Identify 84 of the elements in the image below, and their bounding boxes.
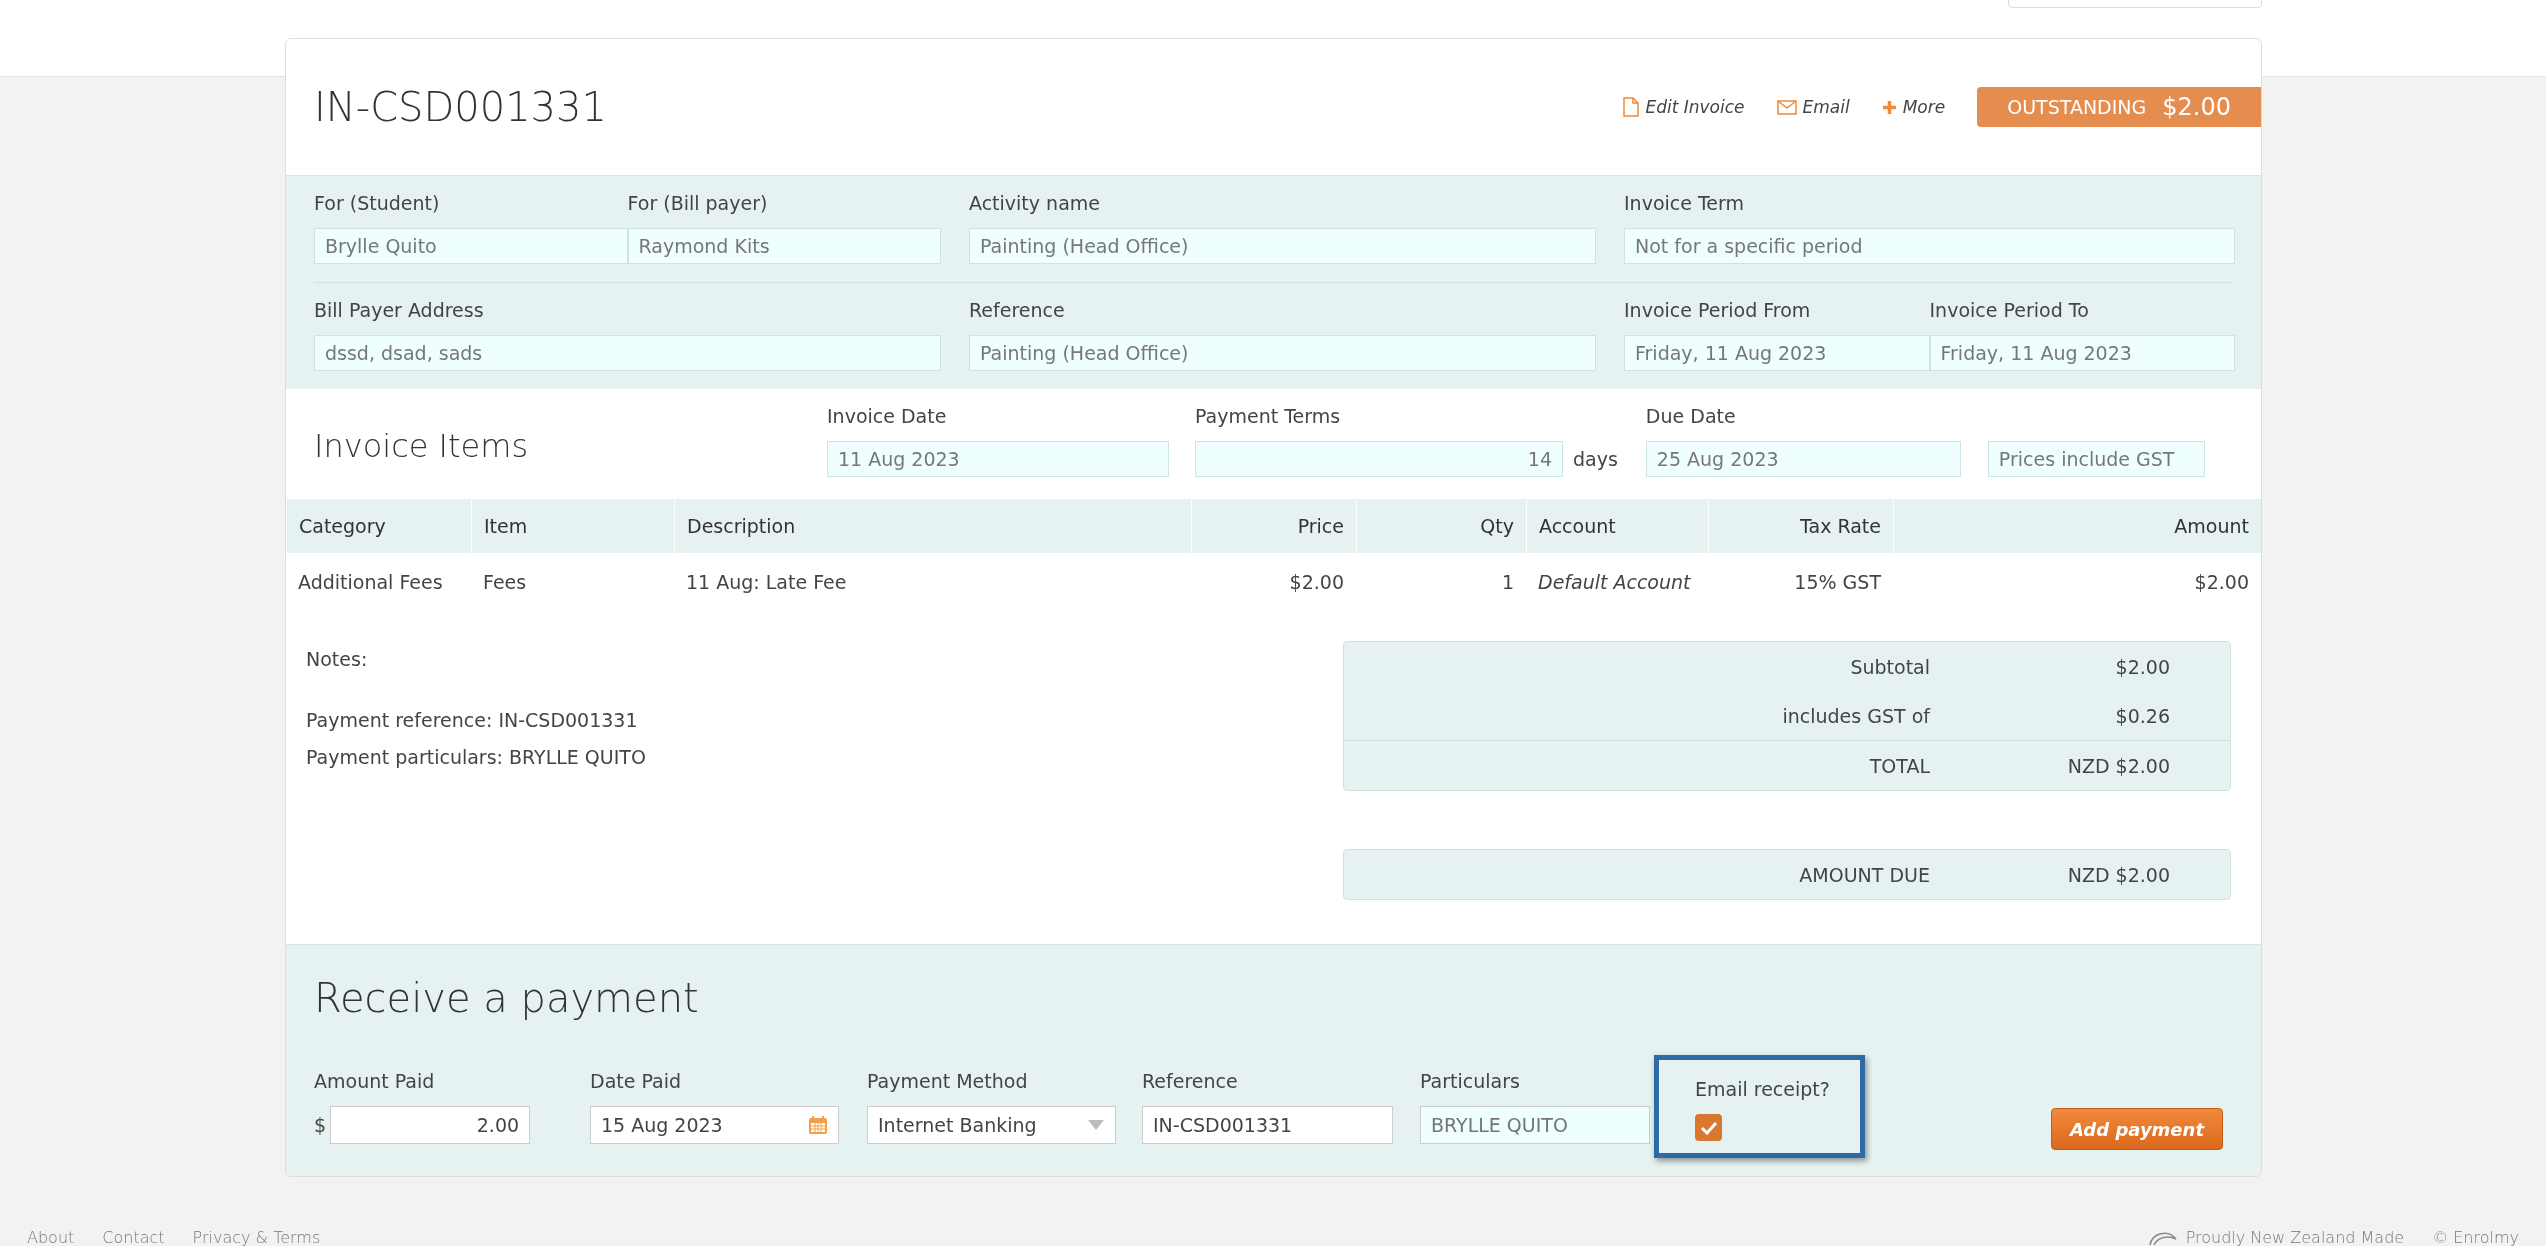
total-value: $2.00 xyxy=(2114,655,2170,678)
table-cell-text: $2.00 xyxy=(2193,570,2250,595)
table-cell-text: Default Account xyxy=(1537,570,1692,595)
field-label: Due Date xyxy=(1645,405,1737,427)
table-cell-text: $2.00 xyxy=(1288,570,1345,595)
column-header: Item xyxy=(471,499,674,553)
column-header: Qty xyxy=(1356,499,1526,553)
text-field[interactable]: Friday, 11 Aug 2023 xyxy=(1624,335,1930,371)
column-header: Amount xyxy=(1893,499,2261,553)
field-label: Email receipt? xyxy=(1695,1078,1830,1100)
footer-text: Proudly New Zealand Made xyxy=(2185,1228,2405,1246)
payment-method-select[interactable]: Internet Banking xyxy=(867,1106,1116,1144)
total-label: AMOUNT DUE xyxy=(1798,863,1930,886)
text-field[interactable]: IN-CSD001331 xyxy=(1142,1106,1393,1144)
text-field[interactable]: Not for a specific period xyxy=(1624,228,2235,264)
status-amount: $2.00 xyxy=(2162,93,2231,121)
copyright-text: © Enrolmy xyxy=(2432,1228,2519,1246)
field-label: For (Student) xyxy=(314,192,441,214)
note-line: Payment reference: IN-CSD001331 xyxy=(306,708,639,733)
add-payment-button[interactable]: Add payment xyxy=(2051,1108,2223,1150)
invoice-title: IN-CSD001331 xyxy=(314,84,608,130)
table-cell-text: 15% GST xyxy=(1793,570,1883,595)
field-label: For (Bill payer) xyxy=(627,192,769,214)
field-label: Invoice Term xyxy=(1624,192,1746,214)
field-label: Invoice Period From xyxy=(1624,299,1812,321)
field-label: Date Paid xyxy=(590,1070,683,1092)
section-title: Invoice Items xyxy=(314,427,530,465)
total-label: TOTAL xyxy=(1868,754,1930,777)
footer-link[interactable]: About xyxy=(27,1228,75,1246)
note-line: Payment particulars: BRYLLE QUITO xyxy=(306,745,647,770)
currency-label: $ xyxy=(314,1114,327,1136)
calendar-icon xyxy=(808,1115,828,1135)
column-header: Description xyxy=(674,499,1191,553)
checkbox[interactable] xyxy=(1695,1114,1722,1141)
envelope-icon xyxy=(1776,99,1797,115)
footer-link[interactable]: Privacy & Terms xyxy=(192,1228,321,1246)
column-header: Tax Rate xyxy=(1708,499,1893,553)
chevron-down-icon xyxy=(1087,1119,1105,1131)
field-label: Particulars xyxy=(1420,1070,1521,1092)
text-field[interactable]: Friday, 11 Aug 2023 xyxy=(1929,335,2235,371)
date-field[interactable]: 15 Aug 2023 xyxy=(590,1106,839,1144)
total-value: NZD $2.00 xyxy=(2066,754,2170,777)
section-title: Receive a payment xyxy=(314,975,700,1021)
action-link[interactable]: More xyxy=(1881,97,1946,117)
total-value: $0.26 xyxy=(2114,704,2170,727)
status-label: OUTSTANDING xyxy=(2007,96,2147,118)
field-label: Payment Method xyxy=(867,1070,1029,1092)
footer-link[interactable]: Contact xyxy=(102,1228,165,1246)
text-field[interactable]: 25 Aug 2023 xyxy=(1645,441,1961,477)
text-field[interactable]: 11 Aug 2023 xyxy=(827,441,1169,477)
tax-mode-select[interactable]: Prices include GST xyxy=(1987,441,2205,477)
field-label: Reference xyxy=(1142,1070,1239,1092)
total-label: Subtotal xyxy=(1849,655,1930,678)
text-field[interactable]: Painting (Head Office) xyxy=(969,335,1596,371)
table-cell-text: 1 xyxy=(1500,570,1515,595)
field-label: Payment Terms xyxy=(1195,405,1342,427)
field-label: Invoice Date xyxy=(827,405,948,427)
column-header: Account xyxy=(1526,499,1708,553)
number-field[interactable]: 14 xyxy=(1195,441,1563,477)
total-value: NZD $2.00 xyxy=(2066,863,2170,886)
field-label: Invoice Period To xyxy=(1929,299,2090,321)
unit-label: days xyxy=(1573,448,1618,470)
text-field[interactable]: Brylle Quito xyxy=(314,228,628,264)
document-icon xyxy=(1623,97,1640,117)
column-header: Category xyxy=(286,499,471,553)
column-header: Price xyxy=(1191,499,1356,553)
text-field[interactable]: Painting (Head Office) xyxy=(969,228,1596,264)
text-field[interactable]: BRYLLE QUITO xyxy=(1420,1106,1650,1144)
field-label: Activity name xyxy=(969,192,1101,214)
action-link[interactable]: Edit Invoice xyxy=(1623,97,1745,117)
text-field[interactable]: dssd, dsad, sads xyxy=(314,335,941,371)
notes-label: Notes: xyxy=(306,647,369,672)
field-label: Amount Paid xyxy=(314,1070,436,1092)
checkmark-icon xyxy=(1699,1120,1718,1135)
total-label: includes GST of xyxy=(1781,704,1930,727)
table-cell-text: Additional Fees xyxy=(297,570,444,595)
field-label: Reference xyxy=(969,299,1066,321)
table-cell-text: 11 Aug: Late Fee xyxy=(685,570,848,595)
field-label: Bill Payer Address xyxy=(314,299,485,321)
table-cell-text: Fees xyxy=(482,570,528,595)
amount-field[interactable]: 2.00 xyxy=(330,1106,531,1144)
text-field[interactable]: Raymond Kits xyxy=(627,228,941,264)
action-link[interactable]: Email xyxy=(1776,97,1850,117)
plus-icon xyxy=(1881,99,1897,115)
